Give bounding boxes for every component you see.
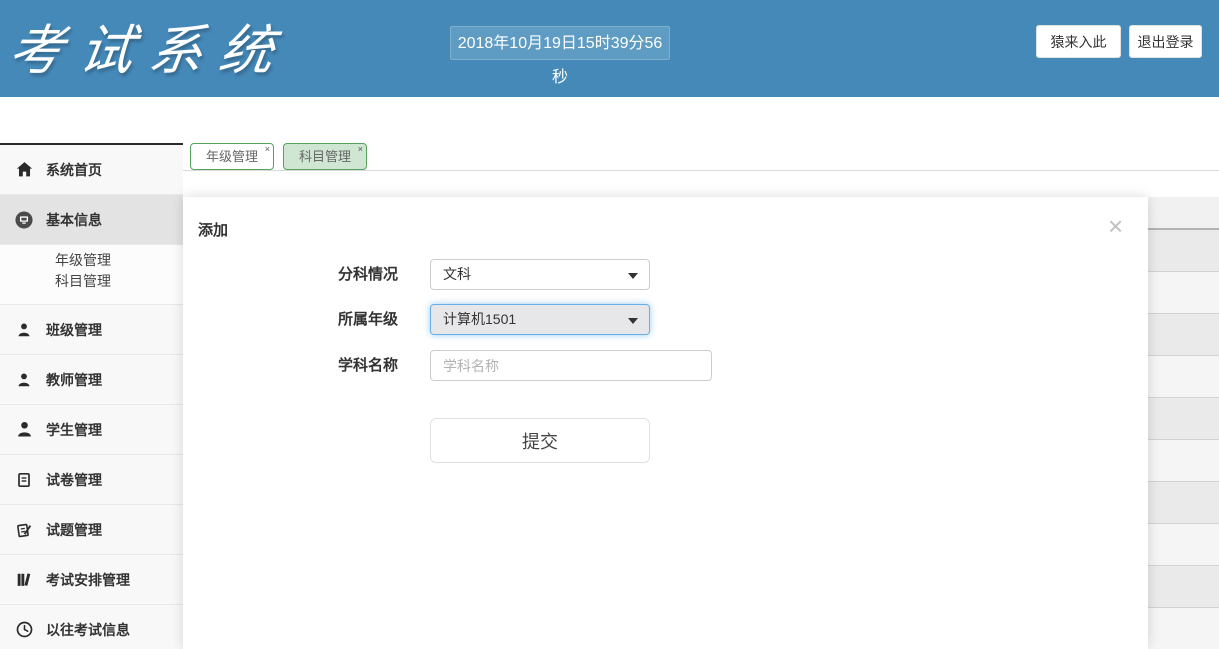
close-icon[interactable]: × bbox=[1108, 213, 1123, 239]
field-label: 所属年级 bbox=[298, 304, 398, 335]
sidebar-item-exam-schedule-management[interactable]: 考试安排管理 bbox=[0, 555, 183, 605]
subject-category-select[interactable]: 文科 bbox=[430, 259, 650, 290]
submenu-item-grade-management[interactable]: 年级管理 bbox=[0, 250, 183, 271]
app-header: 考试系统 2018年10月19日15时39分56秒 猿来入此 退出登录 bbox=[0, 0, 1219, 97]
background-table bbox=[1148, 197, 1219, 649]
table-row bbox=[1148, 314, 1219, 356]
background-table-rows bbox=[1148, 230, 1219, 649]
table-row bbox=[1148, 356, 1219, 398]
table-header-row bbox=[1148, 197, 1219, 230]
document-icon bbox=[15, 471, 33, 489]
tab-subject-management[interactable]: 科目管理 × bbox=[283, 143, 367, 170]
tab-label: 科目管理 bbox=[299, 149, 351, 164]
sidebar-item-label: 试题管理 bbox=[46, 520, 102, 540]
sidebar-item-label: 教师管理 bbox=[46, 370, 102, 390]
sidebar-item-past-exam-info[interactable]: 以往考试信息 bbox=[0, 605, 183, 649]
basic-info-submenu: 年级管理 科目管理 bbox=[0, 245, 183, 305]
books-icon bbox=[15, 571, 33, 589]
app-logo: 考试系统 bbox=[4, 6, 295, 85]
person-icon bbox=[15, 321, 33, 339]
person-icon bbox=[15, 421, 33, 439]
home-icon bbox=[15, 161, 33, 179]
datetime-display: 2018年10月19日15时39分56秒 bbox=[450, 26, 670, 60]
submit-button[interactable]: 提交 bbox=[430, 418, 650, 463]
sidebar-item-label: 基本信息 bbox=[46, 210, 102, 230]
sidebar-item-basic-info[interactable]: 基本信息 bbox=[0, 195, 183, 245]
select-value: 文科 bbox=[443, 266, 471, 282]
subject-name-input[interactable] bbox=[430, 350, 712, 381]
sidebar-item-label: 考试安排管理 bbox=[46, 570, 130, 590]
yuanlai-ruci-button[interactable]: 猿来入此 bbox=[1036, 25, 1121, 58]
field-label: 分科情况 bbox=[298, 259, 398, 290]
exam-system-app: 考试系统 2018年10月19日15时39分56秒 猿来入此 退出登录 系统首页… bbox=[0, 0, 1219, 649]
table-row bbox=[1148, 566, 1219, 608]
table-row bbox=[1148, 440, 1219, 482]
sidebar-item-label: 以往考试信息 bbox=[46, 620, 130, 640]
field-label: 学科名称 bbox=[298, 350, 398, 381]
person-icon bbox=[15, 371, 33, 389]
sidebar-item-label: 系统首页 bbox=[46, 160, 102, 180]
logout-button[interactable]: 退出登录 bbox=[1129, 25, 1202, 58]
add-subject-modal: 添加 × 分科情况 文科 所属年级 计算机1501 学科名称 提交 bbox=[183, 197, 1148, 649]
sidebar-item-teacher-management[interactable]: 教师管理 bbox=[0, 355, 183, 405]
sidebar: 系统首页 基本信息 年级管理 科目管理 班级管理 教师管理 bbox=[0, 143, 183, 649]
chevron-down-icon bbox=[628, 273, 638, 279]
tab-label: 年级管理 bbox=[206, 149, 258, 164]
table-row bbox=[1148, 272, 1219, 314]
sidebar-item-label: 班级管理 bbox=[46, 320, 102, 340]
tab-grade-management[interactable]: 年级管理 × bbox=[190, 143, 274, 170]
table-row bbox=[1148, 398, 1219, 440]
sidebar-item-student-management[interactable]: 学生管理 bbox=[0, 405, 183, 455]
table-row bbox=[1148, 230, 1219, 272]
sidebar-item-label: 试卷管理 bbox=[46, 470, 102, 490]
monitor-circle-icon bbox=[15, 211, 33, 229]
sidebar-item-home[interactable]: 系统首页 bbox=[0, 145, 183, 195]
edit-document-icon bbox=[15, 521, 33, 539]
select-value: 计算机1501 bbox=[443, 311, 516, 327]
sidebar-item-class-management[interactable]: 班级管理 bbox=[0, 305, 183, 355]
sidebar-item-label: 学生管理 bbox=[46, 420, 102, 440]
sidebar-item-question-management[interactable]: 试题管理 bbox=[0, 505, 183, 555]
grade-select[interactable]: 计算机1501 bbox=[430, 304, 650, 335]
tab-bar: 年级管理 × 科目管理 × bbox=[183, 143, 1219, 171]
clock-icon bbox=[15, 621, 33, 639]
table-row bbox=[1148, 524, 1219, 566]
chevron-down-icon bbox=[628, 318, 638, 324]
table-row bbox=[1148, 608, 1219, 649]
submenu-item-subject-management[interactable]: 科目管理 bbox=[0, 271, 183, 292]
table-row bbox=[1148, 482, 1219, 524]
sidebar-item-exam-paper-management[interactable]: 试卷管理 bbox=[0, 455, 183, 505]
modal-title: 添加 bbox=[198, 219, 228, 240]
tab-close-icon[interactable]: × bbox=[265, 144, 270, 154]
tab-close-icon[interactable]: × bbox=[358, 144, 363, 154]
